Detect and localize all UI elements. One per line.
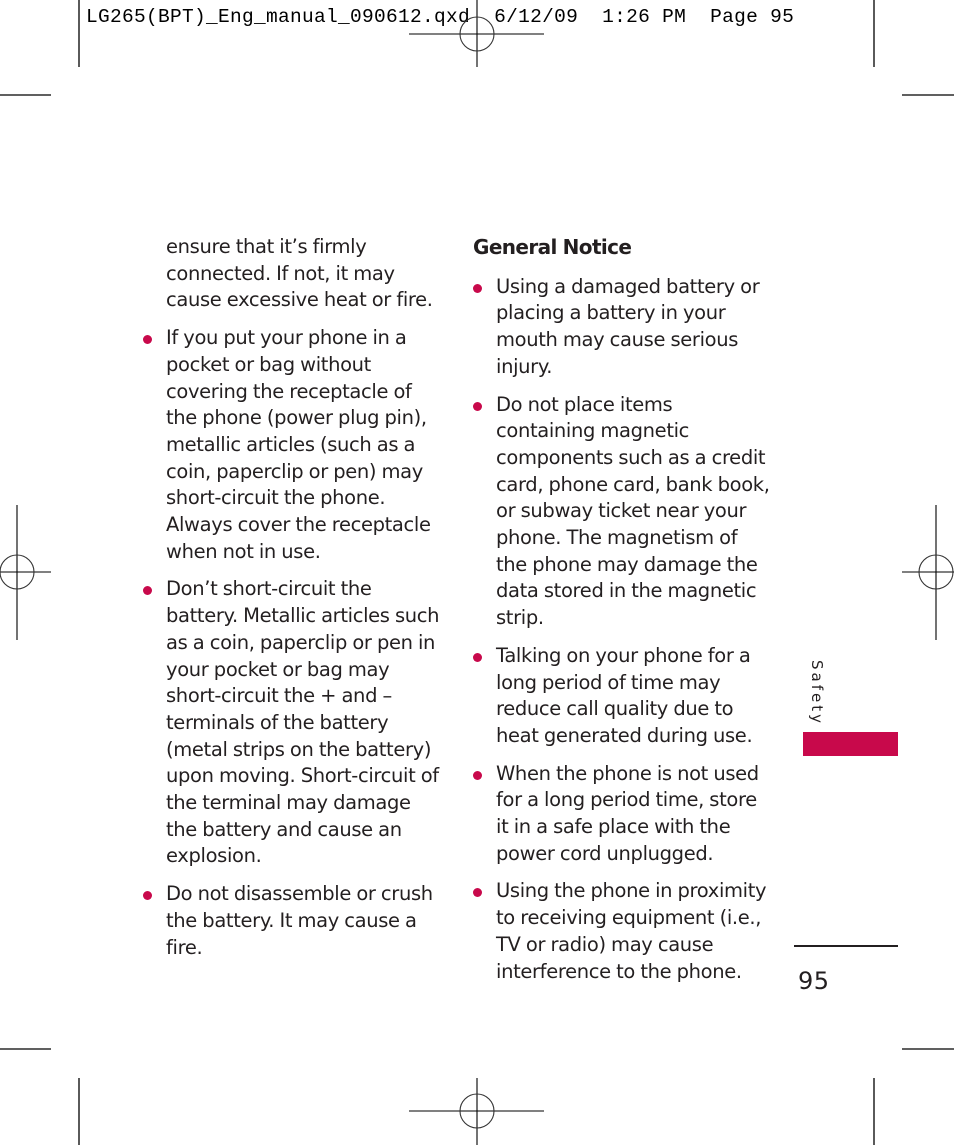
bullet-icon [473,888,482,898]
left-column: ensure that it’s firmly connected. If no… [143,234,441,972]
list-item-text: When the phone is not used for a long pe… [496,761,759,865]
page-number-rule [794,945,898,947]
registration-mark-bottom [409,1078,544,1145]
section-side-tab-label: Safety [808,660,826,726]
bullet-icon [143,586,152,596]
list-item: Do not place items containing magnetic c… [473,392,771,632]
bullet-icon [143,335,152,345]
registration-mark-right [902,505,954,640]
list-item-text: Do not disassemble or crush the battery.… [166,882,433,959]
slug-date: 6/12/09 [494,6,579,28]
slug-time: 1:26 PM [602,6,687,28]
section-heading: General Notice [473,235,632,259]
registration-mark-left [0,505,51,640]
list-item-text: Do not place items containing magnetic c… [496,392,770,630]
list-item: If you put your phone in a pocket or bag… [143,325,441,565]
list-item-text: If you put your phone in a pocket or bag… [166,326,431,563]
section-side-tab-bar [803,732,898,756]
bullet-icon [143,891,152,901]
bullet-icon [473,652,482,662]
bullet-icon [473,770,482,780]
list-item: Using a damaged battery or placing a bat… [473,274,771,381]
list-item-text: Don’t short-circuit the battery. Metalli… [166,577,440,868]
slug-filename: LG265(BPT)_Eng_manual_090612.qxd [86,6,471,28]
list-item-text: Using a damaged battery or placing a bat… [496,274,760,378]
right-column: General Notice Using a damaged battery o… [473,234,771,996]
list-item: Using the phone in proximity to receivin… [473,878,771,985]
print-slug-line: LG265(BPT)_Eng_manual_090612.qxd 6/12/09… [86,6,794,28]
bullet-icon [473,401,482,411]
right-bullet-list: Using a damaged battery or placing a bat… [473,274,771,986]
list-item: Don’t short-circuit the battery. Metalli… [143,576,441,870]
list-item: Talking on your phone for a long period … [473,643,771,750]
list-item: Do not disassemble or crush the battery.… [143,881,441,961]
list-item-text: Talking on your phone for a long period … [496,643,753,747]
list-item-text: Using the phone in proximity to receivin… [496,879,767,983]
bullet-icon [473,283,482,293]
continued-paragraph: ensure that it’s firmly connected. If no… [166,235,433,312]
slug-page: Page 95 [710,6,795,28]
left-bullet-list: If you put your phone in a pocket or bag… [143,325,441,961]
page-number: 95 [798,967,830,995]
list-item: When the phone is not used for a long pe… [473,761,771,868]
